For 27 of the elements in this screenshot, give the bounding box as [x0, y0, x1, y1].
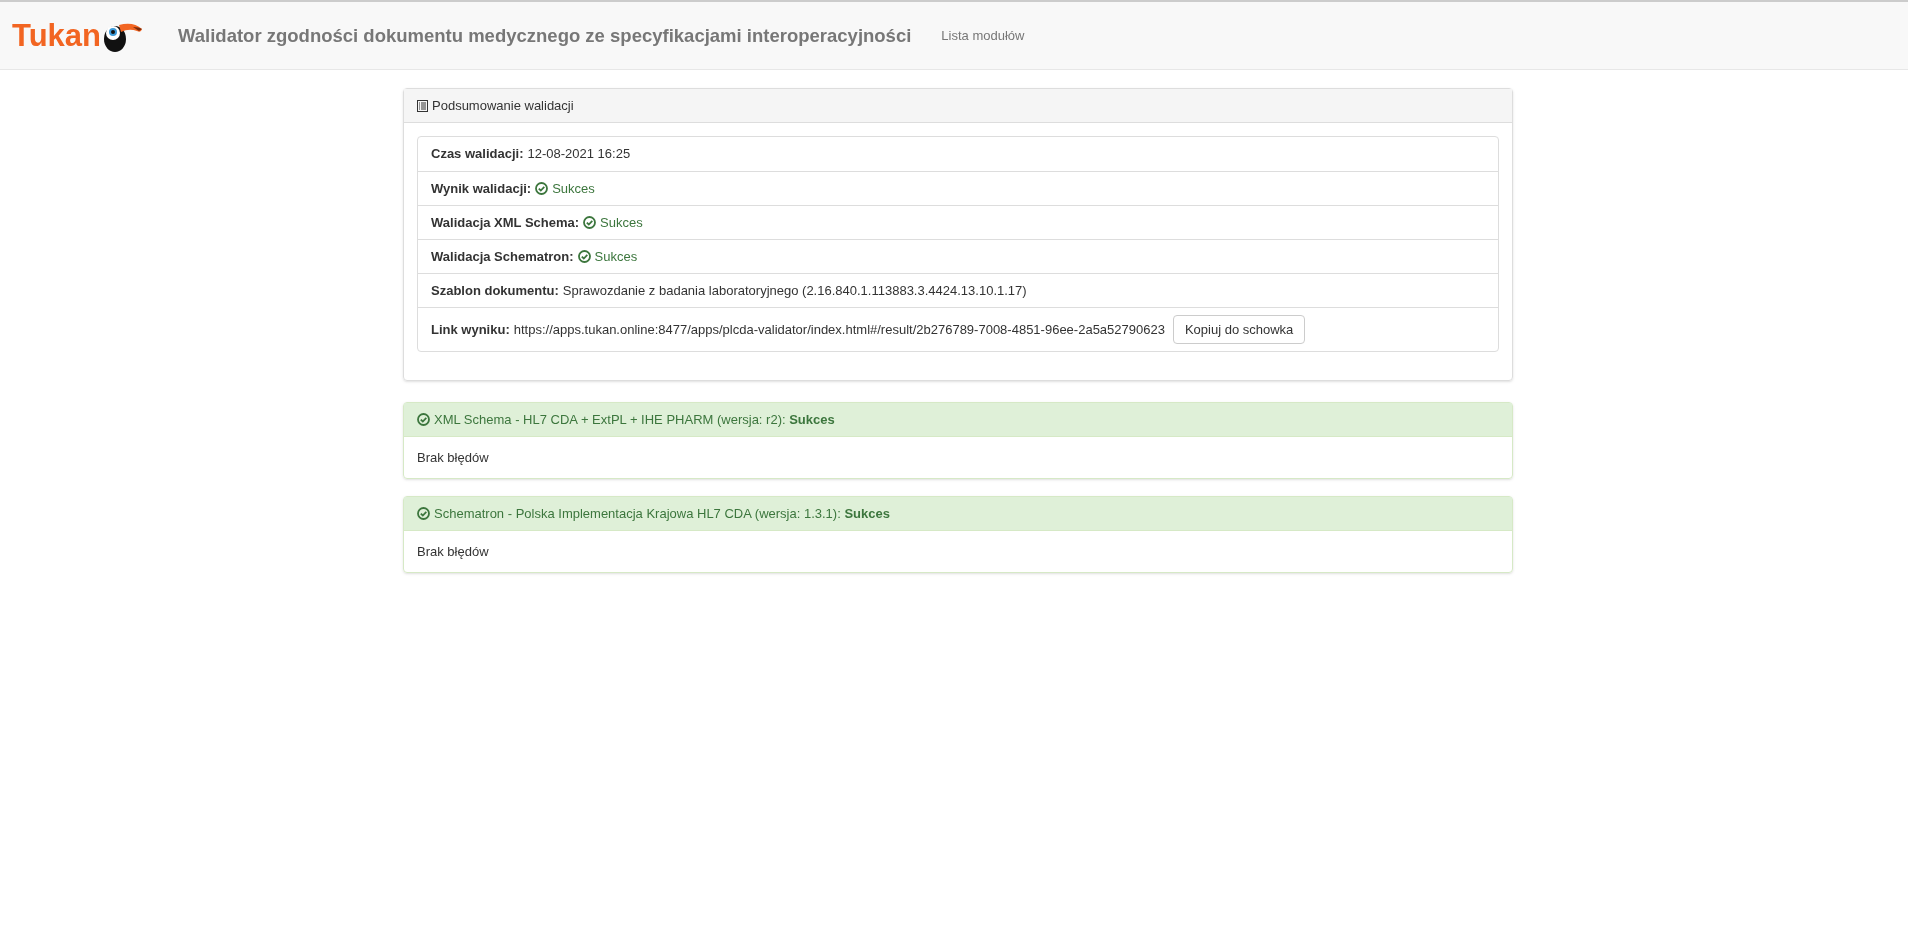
nav-link[interactable]: Lista modułów — [941, 25, 1025, 46]
panel-title: XML Schema - HL7 CDA + ExtPL + IHE PHARM (wersja: r2): Sukces — [434, 410, 835, 429]
list-icon — [417, 99, 428, 112]
field-label: Czas walidacji: — [431, 145, 524, 164]
copy-button[interactable]: Kopiuj do schowka — [1172, 315, 1306, 344]
field-value: 12-08-2021 16:25 — [527, 145, 631, 164]
status-text: Sukces — [600, 213, 643, 232]
check-circle-icon — [417, 507, 430, 520]
check-circle-icon — [583, 216, 597, 229]
logo-text[interactable]: Tukan — [12, 20, 101, 51]
field-value: Sprawozdanie z badania laboratoryjnego (2.16.840.1.113883.3.4424.13.10.1.17) — [562, 281, 1027, 300]
result-url: https://apps.tukan.online:8477/apps/plcda-validator/index.html#/result/2b276789-7008-4851-96ee-2a5a52790623 — [513, 320, 1165, 339]
panel-text: Brak błędów — [417, 448, 489, 467]
panel-title: Podsumowanie walidacji — [432, 96, 574, 115]
status-text: Sukces — [552, 179, 595, 198]
field-label: Link wyniku: — [431, 320, 510, 339]
check-circle-icon — [417, 413, 430, 426]
check-circle-icon — [535, 182, 549, 195]
check-circle-icon — [577, 250, 591, 263]
field-label: Walidacja XML Schema: — [431, 213, 580, 232]
field-label: Walidacja Schematron: — [431, 247, 574, 266]
panel-title: Schematron - Polska Implementacja Krajowa HL7 CDA (wersja: 1.3.1): Sukces — [434, 504, 890, 523]
app-title: Walidator zgodności dokumentu medycznego ze specyfikacjami interoperacyjności — [178, 23, 912, 48]
panel-text: Brak błędów — [417, 542, 489, 561]
status-text: Sukces — [594, 247, 638, 266]
field-label: Wynik walidacji: — [431, 179, 532, 198]
field-label: Szablon dokumentu: — [431, 281, 559, 300]
